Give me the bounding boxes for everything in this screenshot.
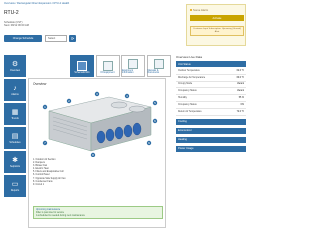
settings-icon: ✱: [12, 156, 18, 164]
activate-button[interactable]: Activate: [190, 15, 244, 21]
panel-title: Overview: [33, 82, 47, 86]
schematic-icon: [77, 61, 87, 71]
tab-label: IO Equipment: [100, 72, 115, 74]
sidebar-item-label: Schedules: [9, 140, 21, 144]
breadcrumb[interactable]: Overview / Rectangular Direct Expansion …: [4, 2, 69, 5]
kv-row: Outdoor Temperature 62.0 °F: [176, 68, 246, 75]
recommendation-line: A scheduled is needed during next mainte…: [36, 214, 85, 217]
status-label: Some Alarm: [193, 8, 209, 12]
subscription-info[interactable]: Customer Input Subscription: Upcoming (U…: [190, 26, 244, 36]
gear-icon: ⚙: [11, 60, 19, 68]
kv-row: Occupy Mode Vacant: [176, 82, 246, 89]
schedule-select[interactable]: Select: [45, 35, 67, 42]
document-icon: ▭: [11, 180, 19, 188]
change-schedule-button[interactable]: Change Schedule: [4, 35, 42, 42]
bell-icon: ♪: [13, 84, 17, 92]
io-icon: [102, 61, 113, 71]
kv-row: Occupancy Status Vacant: [176, 88, 246, 96]
kv-key: Discharge Air Temperature: [178, 76, 206, 79]
callout-8: 8: [90, 152, 96, 157]
sidebar-item-setpoints[interactable]: ✱ Setpoints: [4, 151, 26, 173]
legend-item: 9. Circuit 1: [33, 183, 44, 186]
kv-key: Occupy Mode: [178, 83, 193, 86]
info-icon: [128, 59, 138, 69]
kv-row: Occupancy Status ON: [176, 102, 246, 109]
sidebar: ⚙ Overview ♪ Alarms ▦ Trends ▤ Schedules…: [4, 55, 26, 199]
sidebar-item-label: Trends: [11, 116, 19, 120]
kv-row: Discharge Air Temperature 60.0 °F: [176, 75, 246, 82]
kv-row: Humidity 55 %: [176, 95, 246, 102]
page-title: RTU-2: [4, 10, 19, 16]
sidebar-item-label: Setpoints: [10, 164, 20, 168]
status-dot-icon: [190, 9, 192, 11]
tab-label: Equipment Information: [122, 70, 134, 74]
kv-key: Occupancy Status: [178, 103, 197, 106]
callout-9: 9: [146, 140, 152, 146]
section-power-usage[interactable]: Power Usage: [176, 145, 246, 152]
section-economizer[interactable]: Economizer: [176, 127, 246, 134]
callout-4: 4: [124, 93, 130, 99]
manual-icon: [153, 59, 164, 69]
status-row: Some Alarm: [190, 8, 208, 12]
live-data-title: Overview Live Data: [176, 55, 203, 59]
tab-schematic[interactable]: Schematic/Info: [70, 55, 94, 77]
callout-6: 6: [152, 118, 158, 124]
callout-2: 2: [66, 98, 72, 104]
refresh-icon: ⟳: [70, 36, 75, 41]
kv-key: Humidity: [178, 97, 187, 100]
chart-icon: ▦: [11, 108, 19, 116]
sidebar-item-trends[interactable]: ▦ Trends: [4, 103, 26, 125]
tab-manuals[interactable]: Manuals & Documents: [146, 55, 171, 77]
tab-io-equipment[interactable]: IO Equipment: [95, 55, 120, 77]
callout-1: 1: [42, 104, 48, 110]
sidebar-item-label: Reports: [10, 188, 20, 192]
kv-row: Return Air Temperature 72.0 °F: [176, 109, 246, 116]
live-data-panel: Overview Live Data Unit Status Outdoor T…: [176, 55, 246, 152]
alert-notice: Some Alarm Activate Customer Input Subsc…: [186, 4, 246, 46]
callout-5: 5: [152, 100, 158, 106]
tab-bar: Schematic/Info IO Equipment Equipment In…: [70, 55, 172, 77]
tab-label: Schematic/Info: [74, 72, 90, 74]
sidebar-item-overview[interactable]: ⚙ Overview: [4, 55, 26, 77]
kv-value: 60.0 °F: [236, 76, 244, 79]
recommendation-box: Upcoming maintenance Filter is past due …: [33, 206, 163, 219]
sidebar-item-schedules[interactable]: ▤ Schedules: [4, 127, 26, 149]
sidebar-item-label: Overview: [10, 68, 20, 72]
kv-value: Vacant: [237, 90, 244, 93]
sidebar-item-reports[interactable]: ▭ Reports: [4, 175, 26, 197]
unit-status-header[interactable]: Unit Status: [176, 61, 246, 67]
kv-value: 55 %: [238, 97, 244, 100]
sidebar-item-alarms[interactable]: ♪ Alarms: [4, 79, 26, 101]
kv-key: Occupancy Status: [178, 90, 197, 93]
kv-value: ON: [240, 103, 244, 106]
kv-value: 72.0 °F: [236, 110, 244, 113]
kv-value: 62.0 °F: [236, 69, 244, 72]
kv-key: Return Air Temperature: [178, 110, 202, 113]
callout-3: 3: [94, 91, 100, 97]
refresh-button[interactable]: ⟳: [69, 35, 76, 42]
tab-label: Manuals & Documents: [147, 70, 160, 74]
kv-key: Outdoor Temperature: [178, 69, 200, 72]
tab-equipment-info[interactable]: Equipment Information: [121, 55, 145, 77]
section-heating[interactable]: Heating: [176, 136, 246, 143]
section-cooling[interactable]: Cooling: [176, 118, 246, 125]
kv-value: Vacant: [237, 83, 244, 86]
calendar-icon: ▤: [11, 132, 19, 140]
rooftop-unit-diagram: 1 2 3 4 5 6 7 8 9: [42, 91, 158, 157]
overview-panel: Overview 1 2 3 4 5 6 7 8 9 1. Outdoor Ai…: [28, 78, 166, 228]
component-legend: 1. Outdoor Air Section 2. Dampers 3. Blo…: [33, 159, 66, 187]
schedule-info: Schedule (CST) Next: 08/12 06:00 AM: [4, 21, 29, 27]
callout-7: 7: [42, 140, 48, 146]
schedule-line-2: Next: 08/12 06:00 AM: [4, 24, 29, 28]
sidebar-item-label: Alarms: [11, 92, 19, 96]
